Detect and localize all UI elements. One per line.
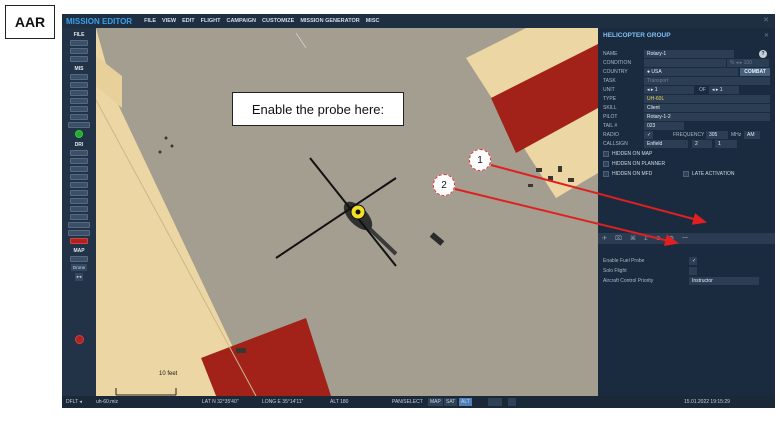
annotation-arrows bbox=[454, 164, 707, 246]
arrow-2 bbox=[454, 188, 679, 246]
arrow-1 bbox=[490, 164, 707, 225]
